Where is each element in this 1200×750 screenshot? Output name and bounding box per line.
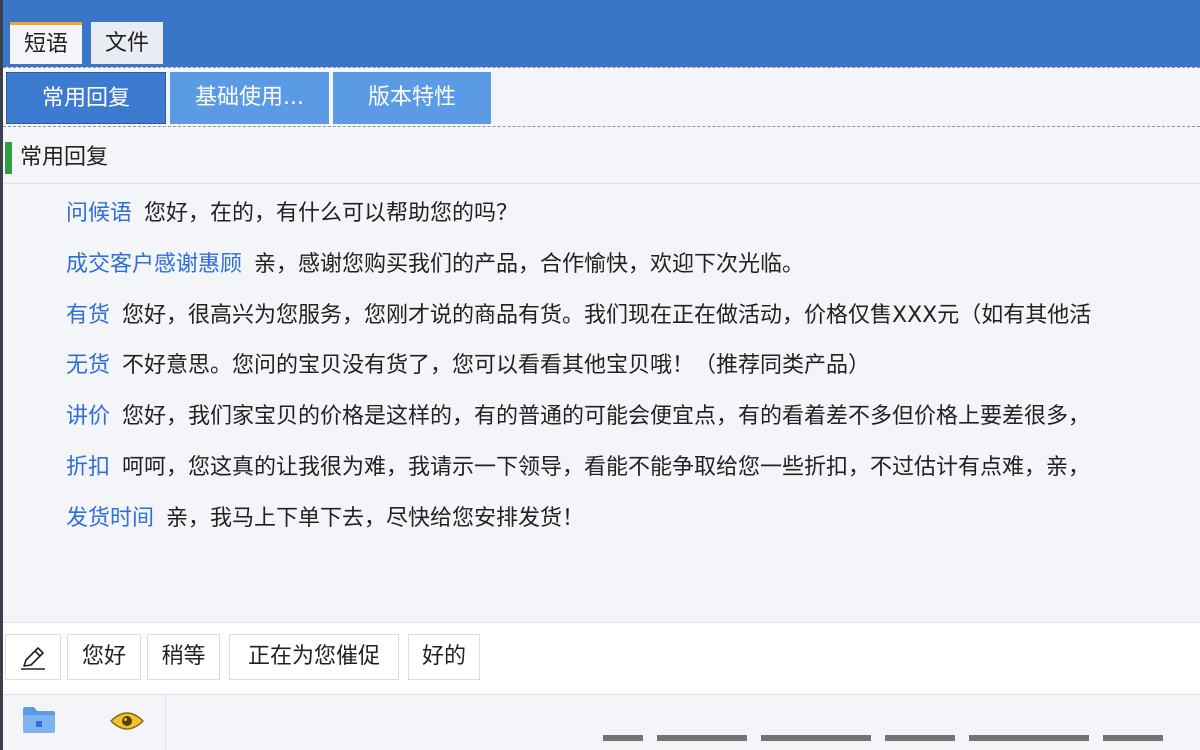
panel-header: 短语 文件 [3,0,1200,67]
section-header: 常用回复 [3,132,1200,184]
open-folder-button[interactable] [21,705,57,739]
preview-button[interactable] [109,709,145,737]
quick-reply-bar: 您好 稍等 正在为您催促 好的 [3,622,1200,694]
phrase-text: 您好，我们家宝贝的价格是这样的，有的普通的可能会便宜点，有的看着差不多但价格上要… [122,404,1091,429]
phrase-text: 不好意思。您问的宝贝没有货了，您可以看看其他宝贝哦！（推荐同类产品） [122,353,871,378]
phrase-item[interactable]: 问候语 您好，在的，有什么可以帮助您的吗？ [66,194,518,234]
section-title: 常用回复 [20,145,109,170]
background-window-peek [603,735,1200,750]
phrase-item[interactable]: 无货 不好意思。您问的宝贝没有货了，您可以看看其他宝贝哦！（推荐同类产品） [66,346,870,386]
quick-reply-button[interactable]: 您好 [67,634,141,680]
phrase-item[interactable]: 折扣 呵呵，您这真的让我很为难，我请示一下领导，看能不能争取给您一些折扣，不过估计… [66,448,1090,488]
folder-icon [23,707,55,733]
phrase-key: 无货 [66,353,111,378]
edit-phrases-button[interactable] [5,634,61,680]
quick-reply-button[interactable]: 好的 [408,634,480,680]
quick-reply-button[interactable]: 正在为您催促 [229,634,399,680]
pencil-icon [21,647,45,670]
phrase-item[interactable]: 有货 您好，很高兴为您服务，您刚才说的商品有货。我们现在正在做活动，价格仅售XXX… [66,296,1091,336]
category-tab-bar: 常用回复 基础使用... 版本特性 [3,67,1200,127]
phrase-item[interactable]: 讲价 您好，我们家宝贝的价格是这样的，有的普通的可能会便宜点，有的看着差不多但价格… [66,397,1090,437]
phrase-text: 亲，我马上下单下去，尽快给您安排发货！ [166,506,585,531]
phrase-key: 有货 [66,303,111,328]
quick-reply-button[interactable]: 稍等 [147,634,220,680]
phrase-key: 讲价 [66,404,111,429]
tab-files[interactable]: 文件 [91,22,163,64]
phrase-item[interactable]: 发货时间 亲，我马上下单下去，尽快给您安排发货！ [66,499,584,539]
section-marker [5,142,12,174]
bottom-toolbar [3,694,1200,750]
phrase-list: 问候语 您好，在的，有什么可以帮助您的吗？ 成交客户感谢惠顾 亲，感谢您购买我们的产… [3,188,1200,620]
phrase-text: 呵呵，您这真的让我很为难，我请示一下领导，看能不能争取给您一些折扣，不过估计有点… [122,455,1091,480]
tab-phrases[interactable]: 短语 [10,22,82,64]
category-tab-basic-usage[interactable]: 基础使用... [170,72,329,124]
eye-icon [110,712,144,730]
phrase-item[interactable]: 成交客户感谢惠顾 亲，感谢您购买我们的产品，合作愉快，欢迎下次光临。 [66,245,804,285]
phrase-key: 问候语 [66,201,133,226]
phrase-text: 您好，很高兴为您服务，您刚才说的商品有货。我们现在正在做活动，价格仅售XXX元（… [122,303,1092,328]
phrase-text: 亲，感谢您购买我们的产品，合作愉快，欢迎下次光临。 [254,252,805,277]
phrase-key: 折扣 [66,455,111,480]
quick-phrase-panel: 短语 文件 常用回复 基础使用... 版本特性 常用回复 问候语 您好，在的，有什… [0,0,1200,750]
phrase-text: 您好，在的，有什么可以帮助您的吗？ [144,201,519,226]
toolbar-divider [165,695,166,750]
phrase-key: 成交客户感谢惠顾 [66,252,243,277]
phrase-key: 发货时间 [66,506,155,531]
category-tab-version-features[interactable]: 版本特性 [333,72,491,124]
category-tab-common-replies[interactable]: 常用回复 [6,72,166,124]
